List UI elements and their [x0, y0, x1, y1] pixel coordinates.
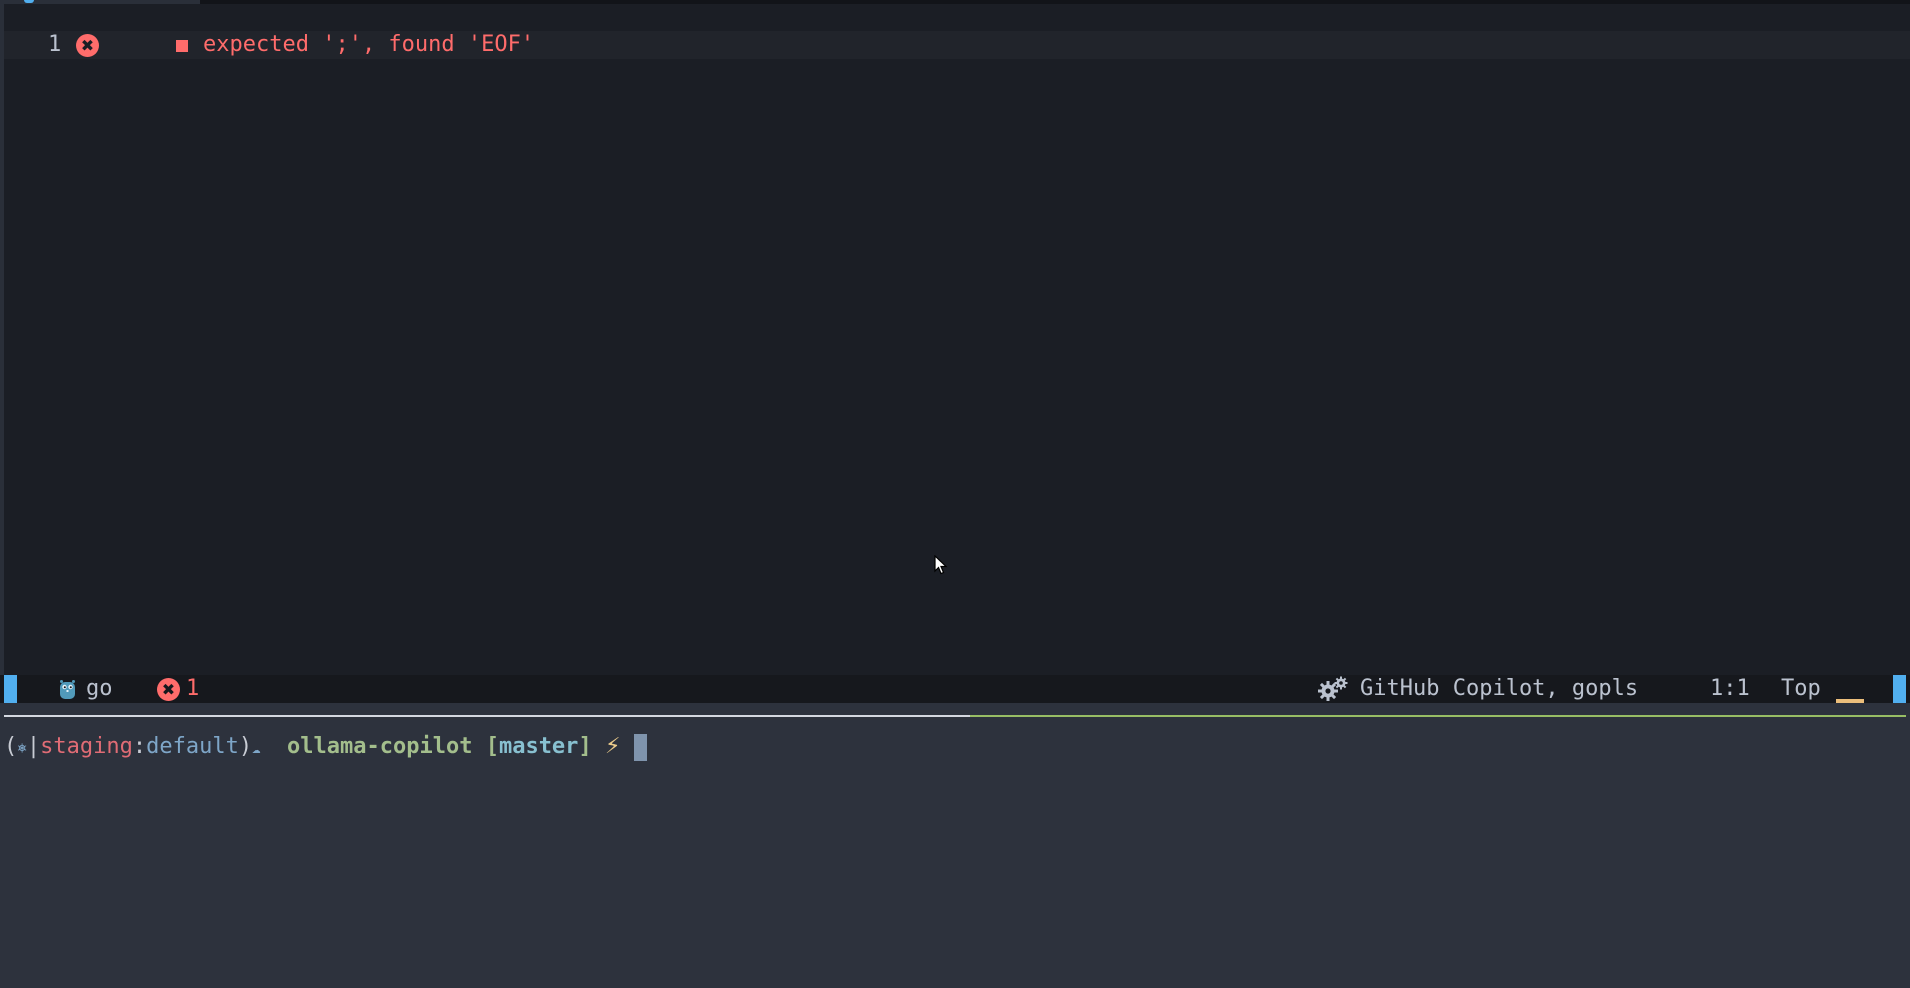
kube-context: staging [40, 734, 133, 759]
cursor-position: 1:1 [1710, 676, 1750, 701]
tabline [4, 0, 1910, 4]
statusline-left-edge [4, 675, 17, 703]
prompt-colon: : [132, 734, 147, 759]
branch-open-bracket: [ [485, 734, 499, 759]
cloud-icon: ☁ [252, 741, 261, 757]
separator-left [4, 715, 970, 717]
statusline: go ✖ 1 GitHub Copilot, gopls 1:1 Top [0, 675, 1910, 703]
prompt-open-paren: ( [4, 734, 18, 759]
tab-active[interactable] [4, 0, 200, 4]
terminal-cursor[interactable] [634, 733, 648, 761]
kubernetes-helm-icon: ⎈ [17, 738, 27, 757]
lsp-clients-label: GitHub Copilot, gopls [1360, 676, 1639, 701]
terminal-pane[interactable]: (⎈|staging:default)☁ ollama-copilot [mas… [0, 718, 1910, 988]
prompt-pipe: | [26, 734, 41, 759]
lightning-bolt-icon: ⚡ [604, 734, 621, 759]
diagnostic-marker-icon [176, 40, 188, 52]
prompt-close-paren: ) [238, 734, 253, 759]
branch-close-bracket: ] [578, 734, 592, 759]
status-error-icon: ✖ [157, 678, 180, 701]
scroll-position: Top [1781, 676, 1821, 701]
go-gopher-icon [60, 680, 75, 699]
git-branch: master [498, 734, 579, 759]
error-sign-icon: ✖ [76, 34, 99, 57]
editor-window[interactable]: 1 ✖ expected ';', found 'EOF' [0, 0, 1910, 675]
separator-right [970, 715, 1906, 717]
current-directory: ollama-copilot [287, 734, 473, 759]
filetype-label: go [86, 676, 113, 701]
statusline-right-edge [1893, 675, 1906, 703]
status-error-count[interactable]: 1 [186, 675, 199, 703]
line-number: 1 [48, 32, 62, 57]
kube-namespace: default [146, 734, 239, 759]
scroll-indicator-bar [1836, 699, 1864, 703]
gears-icon [1318, 676, 1348, 701]
tab-file-icon [24, 0, 34, 3]
shell-prompt: (⎈|staging:default)☁ ollama-copilot [mas… [4, 731, 648, 763]
diagnostic-message: expected ';', found 'EOF' [203, 32, 535, 57]
mouse-pointer-icon [934, 555, 948, 575]
